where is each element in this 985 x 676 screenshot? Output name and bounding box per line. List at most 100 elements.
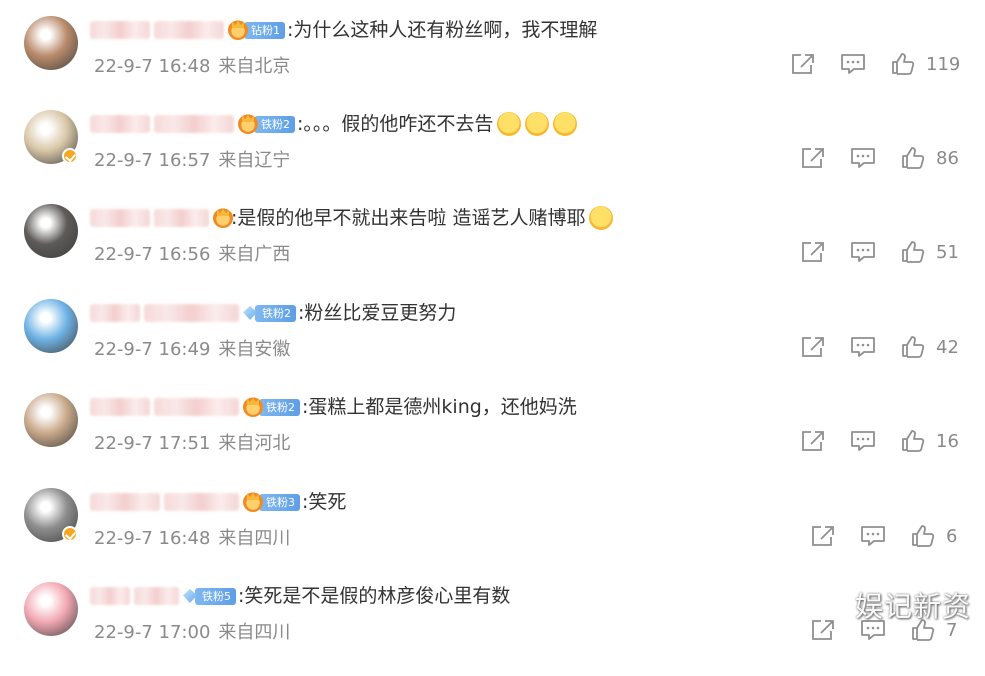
blurred-username[interactable] [134, 587, 179, 605]
comment-actions: 86 [800, 146, 966, 170]
comment-text: 笑死是不是假的林彦俊心里有数 [244, 585, 511, 607]
like-count: 119 [926, 53, 961, 75]
share-icon[interactable] [800, 240, 826, 264]
comment-date: 22-9-7 16:48 [94, 528, 211, 549]
reply-icon[interactable] [860, 524, 886, 548]
like-count: 42 [936, 336, 959, 358]
crown-fan-icon [228, 20, 248, 40]
blurred-username[interactable] [164, 493, 239, 511]
comment-item: 铁粉2: 。。。假的他咋还不去告 22-9-7 16:57 来自辽宁 86 [0, 110, 985, 204]
blurred-username[interactable] [90, 398, 150, 416]
comment-item: 铁粉3: 笑死 22-9-7 16:48 来自四川 6 [0, 488, 985, 582]
crown-fan-icon [243, 397, 263, 417]
blurred-username[interactable] [154, 209, 209, 227]
fan-badge[interactable]: 铁粉2 [243, 304, 296, 322]
share-icon[interactable] [790, 52, 816, 76]
comment-location: 来自四川 [218, 622, 291, 643]
blurred-username[interactable] [90, 304, 140, 322]
comment-item: 铁粉2: 蛋糕上都是德州king，还他妈洗 22-9-7 17:51 来自河北 16 [0, 393, 985, 487]
comment-text: 蛋糕上都是德州king，还他妈洗 [308, 396, 577, 418]
laugh-cry-emoji [525, 112, 550, 136]
like-icon[interactable] [900, 240, 926, 264]
avatar[interactable] [24, 393, 78, 447]
comment-date: 22-9-7 16:56 [94, 244, 211, 265]
share-icon[interactable] [810, 524, 836, 548]
reply-icon[interactable] [840, 52, 866, 76]
blurred-username[interactable] [154, 115, 234, 133]
reply-icon[interactable] [850, 240, 876, 264]
like-icon[interactable] [890, 52, 916, 76]
reply-icon[interactable] [850, 146, 876, 170]
comment-meta: 22-9-7 16:56 来自广西 [94, 240, 290, 266]
comment-actions: 119 [790, 52, 960, 76]
comment-text: 。。。假的他咋还不去告 [303, 113, 494, 135]
share-icon[interactable] [800, 146, 826, 170]
blurred-username[interactable] [90, 587, 130, 605]
comment-item: 铁粉2: 粉丝比爱豆更努力 22-9-7 16:49 来自安徽 42 [0, 299, 985, 393]
comment-date: 22-9-7 16:57 [94, 150, 211, 171]
comment-item: 铁粉5: 笑死是不是假的林彦俊心里有数 22-9-7 17:00 来自四川 7 [0, 582, 985, 676]
verified-badge-icon [62, 148, 78, 164]
watermark-text: 娱记新资 [854, 590, 971, 623]
comment-header: 铁粉2: 。。。假的他咋还不去告 [90, 110, 578, 138]
comment-header: 铁粉2: 粉丝比爱豆更努力 [90, 299, 456, 327]
blurred-username[interactable] [90, 115, 150, 133]
like-icon[interactable] [900, 146, 926, 170]
comment-actions: 6 [810, 524, 976, 548]
fan-level-label: 铁粉2 [259, 398, 300, 416]
like-icon[interactable] [900, 429, 926, 453]
love-emoji [589, 206, 614, 230]
comment-text: 笑死 [308, 491, 347, 513]
fan-badge[interactable]: 铁粉5 [183, 587, 236, 605]
reply-icon[interactable] [850, 335, 876, 359]
comment-location: 来自河北 [218, 433, 291, 454]
comment-header: 钻粉1: 为什么这种人还有粉丝啊，我不理解 [90, 16, 597, 44]
blurred-username[interactable] [154, 21, 224, 39]
comment-location: 来自广西 [218, 244, 291, 265]
fan-badge[interactable]: 铁粉2 [238, 114, 295, 134]
comment-meta: 22-9-7 17:00 来自四川 [94, 618, 290, 644]
fan-badge[interactable]: 铁粉3 [243, 492, 300, 512]
fan-badge[interactable] [213, 208, 233, 228]
reply-icon[interactable] [850, 429, 876, 453]
crown-fan-icon [243, 492, 263, 512]
comment-location: 来自四川 [218, 528, 291, 549]
avatar[interactable] [24, 16, 78, 70]
comment-meta: 22-9-7 17:51 来自河北 [94, 429, 290, 455]
comment-text: 粉丝比爱豆更努力 [304, 302, 457, 324]
comment-text: 为什么这种人还有粉丝啊，我不理解 [293, 19, 598, 41]
fan-badge[interactable]: 铁粉2 [243, 397, 300, 417]
fan-badge[interactable]: 钻粉1 [228, 20, 285, 40]
share-icon[interactable] [800, 335, 826, 359]
comment-actions: 16 [800, 429, 966, 453]
comment-date: 22-9-7 16:48 [94, 56, 211, 77]
comment-date: 22-9-7 17:00 [94, 622, 211, 643]
share-icon[interactable] [810, 618, 836, 642]
comment-date: 22-9-7 16:49 [94, 339, 211, 360]
blurred-username[interactable] [90, 493, 160, 511]
blurred-username[interactable] [154, 398, 239, 416]
comment-meta: 22-9-7 16:48 来自四川 [94, 524, 290, 550]
comment-item: 钻粉1: 为什么这种人还有粉丝啊，我不理解 22-9-7 16:48 来自北京 119 [0, 16, 985, 110]
comment-location: 来自安徽 [218, 339, 291, 360]
fan-level-label: 铁粉5 [195, 587, 236, 605]
comment-actions: 42 [800, 335, 966, 359]
like-icon[interactable] [910, 524, 936, 548]
avatar[interactable] [24, 204, 78, 258]
comment-meta: 22-9-7 16:49 来自安徽 [94, 335, 290, 361]
verified-badge-icon [62, 526, 78, 542]
blurred-username[interactable] [90, 209, 150, 227]
blurred-username[interactable] [144, 304, 239, 322]
avatar[interactable] [24, 582, 78, 636]
avatar[interactable] [24, 299, 78, 353]
comment-header: 铁粉2: 蛋糕上都是德州king，还他妈洗 [90, 393, 577, 421]
crown-fan-icon [213, 208, 233, 228]
like-count: 51 [936, 241, 959, 263]
comment-header: : 是假的他早不就出来告啦 造谣艺人赌博耶 [90, 204, 614, 232]
comment-actions: 51 [800, 240, 966, 264]
like-icon[interactable] [900, 335, 926, 359]
share-icon[interactable] [800, 429, 826, 453]
comment-header: 铁粉5: 笑死是不是假的林彦俊心里有数 [90, 582, 510, 610]
blurred-username[interactable] [90, 21, 150, 39]
comment-date: 22-9-7 17:51 [94, 433, 211, 454]
